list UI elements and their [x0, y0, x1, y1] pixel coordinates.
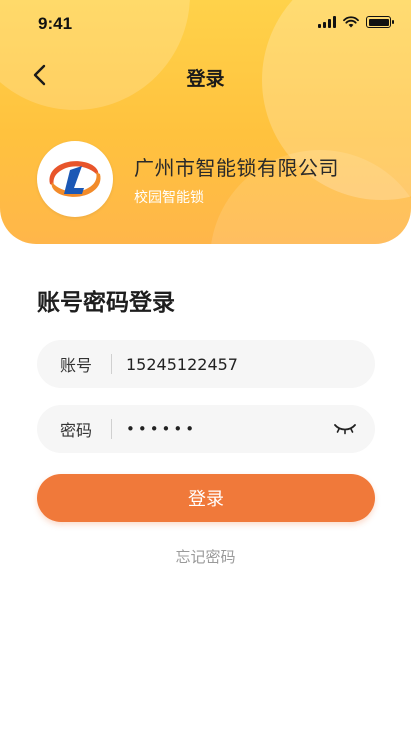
battery-icon: [366, 16, 394, 28]
company-name: 广州市智能锁有限公司: [134, 155, 339, 180]
account-input[interactable]: [126, 340, 375, 388]
page-title: 登录: [186, 68, 225, 90]
eye-closed-icon: [334, 424, 356, 435]
company-logo-icon: [49, 161, 101, 197]
field-divider: [111, 419, 112, 439]
forgot-password-link[interactable]: 忘记密码: [0, 546, 411, 567]
login-section-title: 账号密码登录: [37, 290, 175, 316]
password-field: 密码: [37, 405, 375, 453]
account-label: 账号: [60, 356, 93, 375]
password-input[interactable]: [126, 405, 323, 453]
company-subtitle: 校园智能锁: [134, 189, 204, 206]
header-banner: 9:41 登录 广州市智能锁有限公司 校园智能锁: [0, 0, 411, 244]
toggle-password-visibility[interactable]: [323, 405, 367, 453]
signal-icon: [318, 16, 336, 28]
company-logo: [37, 141, 113, 217]
status-bar: 9:41: [0, 0, 411, 50]
status-time: 9:41: [38, 14, 73, 33]
password-label: 密码: [60, 421, 93, 440]
login-button[interactable]: 登录: [37, 474, 375, 522]
company-brand: 广州市智能锁有限公司 校园智能锁: [37, 141, 339, 217]
account-field: 账号: [37, 340, 375, 388]
field-divider: [111, 354, 112, 374]
wifi-icon: [343, 16, 359, 28]
status-icons: [318, 16, 394, 28]
